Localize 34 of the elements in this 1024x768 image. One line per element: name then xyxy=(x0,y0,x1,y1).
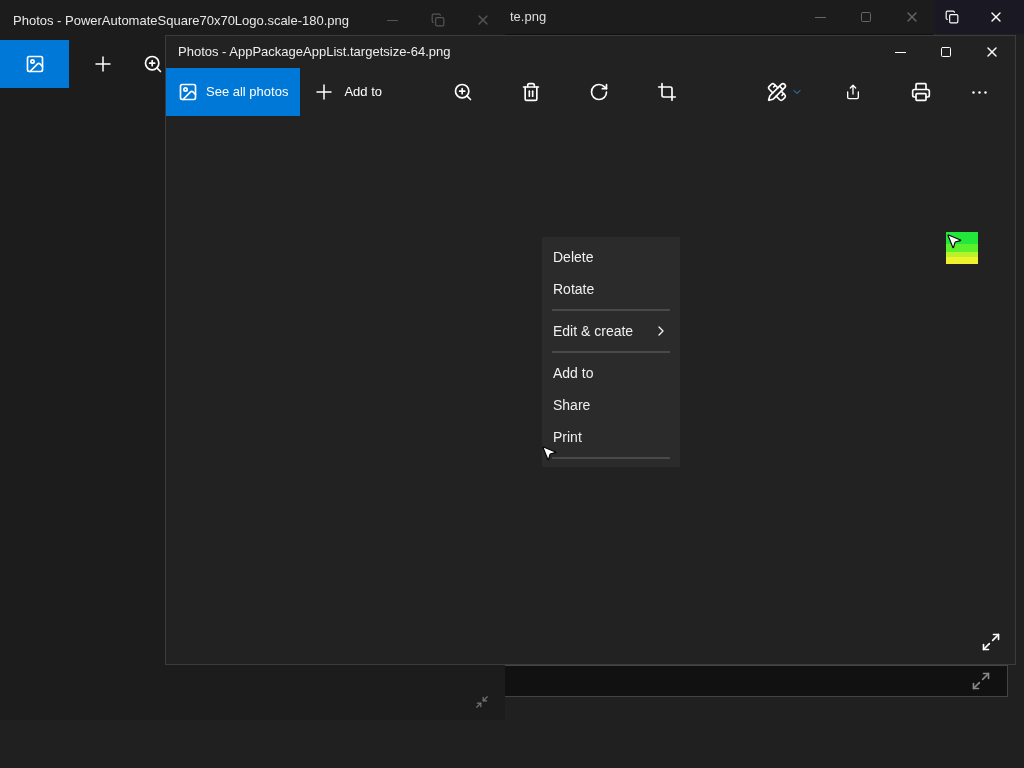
menu-item[interactable]: Share xyxy=(542,389,680,421)
pencil-ruler-icon xyxy=(767,82,787,102)
menu-item[interactable]: Rotate xyxy=(542,273,680,305)
shrink-icon[interactable] xyxy=(475,695,489,709)
restore-icon xyxy=(430,13,445,27)
see-all-photos-button[interactable]: See all photos xyxy=(166,68,301,116)
picture-icon xyxy=(24,54,45,74)
menu-item[interactable]: Delete xyxy=(542,241,680,273)
picture-icon xyxy=(178,82,198,102)
zoom-icon xyxy=(453,82,473,102)
window-title: Photos - AppPackageAppList.targetsize-64.png xyxy=(178,43,451,62)
menu-item[interactable]: Edit & create xyxy=(542,315,680,347)
maximize-icon xyxy=(940,46,952,58)
cursor-icon xyxy=(540,444,558,462)
menu-item[interactable]: Print xyxy=(542,421,680,453)
minimize-icon xyxy=(894,51,906,53)
window-title: Photos - PowerAutomateSquare70x70Logo.scale-180.png xyxy=(13,11,350,30)
restore-icon xyxy=(945,10,959,24)
crop-icon xyxy=(657,82,677,102)
expand-icon[interactable] xyxy=(981,632,1001,652)
minimize-icon xyxy=(814,16,826,18)
cursor-icon xyxy=(945,232,963,250)
add-to-button[interactable]: Add to xyxy=(300,68,394,116)
maximize-icon xyxy=(860,11,872,23)
more-icon xyxy=(971,90,987,94)
share-icon xyxy=(845,84,861,100)
photos-button[interactable] xyxy=(0,40,69,88)
window-title: te.png xyxy=(510,8,547,27)
trash-icon xyxy=(521,82,541,102)
minimize-icon xyxy=(387,19,398,21)
menu-item[interactable]: Add to xyxy=(542,357,680,389)
rotate-icon xyxy=(589,82,609,102)
printer-icon xyxy=(911,82,931,102)
zoom-icon xyxy=(143,54,163,74)
